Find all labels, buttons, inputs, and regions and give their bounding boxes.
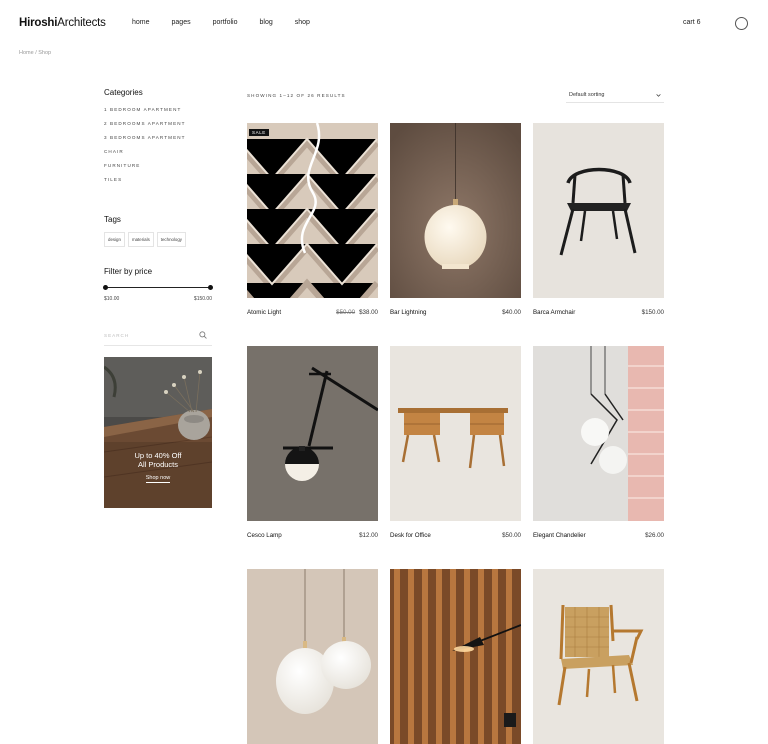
product-image[interactable] [390,569,521,744]
product-image[interactable] [247,569,378,744]
promo-image [104,357,212,508]
product-card: Desk for Office $50.00 [390,346,521,539]
categories-heading: Categories [104,88,143,97]
product-image[interactable] [533,346,664,521]
price-labels: $10.00 $150.00 [104,296,212,302]
product-image[interactable]: SALE [247,123,378,298]
sort-select[interactable]: Default sorting [566,87,664,103]
product-price: $40.00 [502,309,521,316]
nav-portfolio[interactable]: portfolio [213,19,238,26]
category-link[interactable]: 3 bedrooms apartment [104,135,212,149]
product-card: SALE Atomic Light $50.00 $38.00 [247,123,378,316]
product-price: $50.00 $38.00 [336,309,378,316]
breadcrumb[interactable]: Home / Shop [19,50,51,56]
category-link[interactable]: 1 bedroom apartment [104,107,212,121]
product-card: Barca Armchair $150.00 [533,123,664,316]
product-search [104,324,212,346]
price-min-label: $10.00 [104,296,120,302]
price-range-slider[interactable] [103,284,213,292]
product-image[interactable] [247,346,378,521]
category-link[interactable]: furniture [104,163,212,177]
tag-materials[interactable]: materials [127,232,154,247]
site-header: HiroshiArchitects home pages portfolio b… [0,0,768,46]
category-list: 1 bedroom apartment 2 bedrooms apartment… [104,107,212,191]
sort-selected-value: Default sorting [569,92,605,98]
price-filter-heading: Filter by price [104,267,153,276]
nav-shop[interactable]: shop [295,19,310,26]
product-price: $50.00 [502,532,521,539]
promo-shop-now-link[interactable]: Shop now [104,475,212,483]
product-card: Bar Lightning $40.00 [390,123,521,316]
product-price: $12.00 [359,532,378,539]
search-icon[interactable] [199,331,207,339]
sale-badge: SALE [249,129,269,136]
product-card [390,569,521,744]
product-price: $26.00 [645,532,664,539]
product-card: Elegant Chandelier $26.00 [533,346,664,539]
tag-technology[interactable]: technology [156,232,187,247]
nav-blog[interactable]: blog [260,19,273,26]
promo-banner[interactable]: Up to 40% Off All Products Shop now [104,357,212,508]
price-min-handle[interactable] [103,285,108,290]
cart-link[interactable]: cart 6 [683,19,701,26]
category-link[interactable]: tiles [104,177,212,191]
product-card: Cesco Lamp $12.00 [247,346,378,539]
tags-heading: Tags [104,215,121,224]
price-max-label: $150.00 [193,296,212,302]
product-title[interactable]: Desk for Office [390,532,431,539]
product-title[interactable]: Barca Armchair [533,309,575,316]
main-nav: home pages portfolio blog shop [132,19,332,26]
product-image[interactable] [533,569,664,744]
product-title[interactable]: Elegant Chandelier [533,532,586,539]
product-title[interactable]: Bar Lightning [390,309,426,316]
result-count: SHOWING 1–12 OF 26 RESULTS [247,93,346,98]
nav-home[interactable]: home [132,19,150,26]
product-card [247,569,378,744]
category-link[interactable]: chair [104,149,212,163]
product-image[interactable] [533,123,664,298]
tag-cloud: design materials technology [104,232,212,247]
product-image[interactable] [390,346,521,521]
product-title[interactable]: Cesco Lamp [247,532,282,539]
tag-design[interactable]: design [104,232,125,247]
search-input[interactable] [104,327,194,338]
product-image[interactable] [390,123,521,298]
site-logo[interactable]: HiroshiArchitects [19,17,106,29]
chevron-down-icon [656,94,661,97]
product-price: $150.00 [641,309,664,316]
shop-sidebar: Categories 1 bedroom apartment 2 bedroom… [103,88,213,346]
product-card [533,569,664,744]
category-link[interactable]: 2 bedrooms apartment [104,121,212,135]
nav-pages[interactable]: pages [172,19,191,26]
price-max-handle[interactable] [208,285,213,290]
account-icon[interactable] [735,17,748,30]
product-title[interactable]: Atomic Light [247,309,281,316]
promo-headline: Up to 40% Off All Products [134,451,182,469]
price-track [105,287,211,288]
